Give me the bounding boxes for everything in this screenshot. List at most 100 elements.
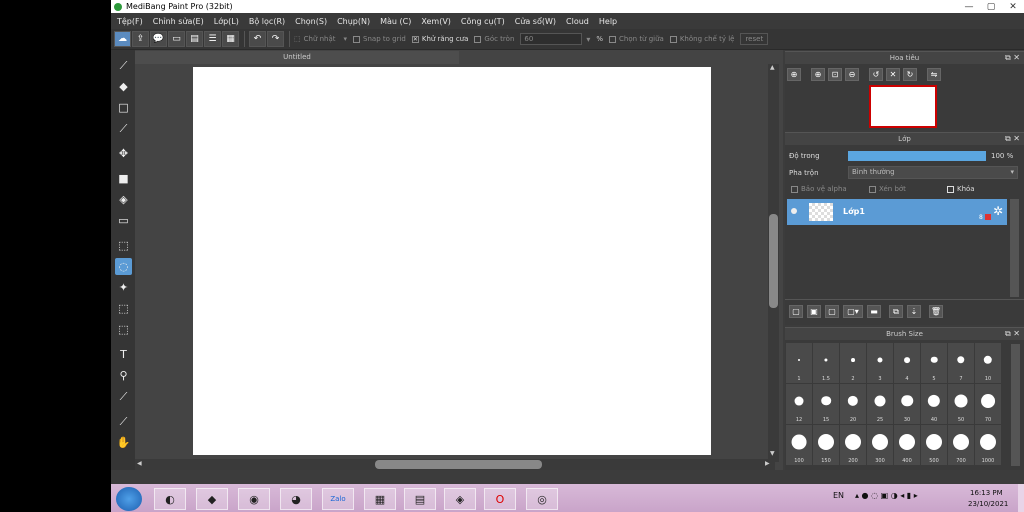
brush-size-20[interactable]: 20 [840, 384, 866, 424]
checkbox-icon[interactable] [947, 185, 954, 193]
brush-size-700[interactable]: 700 [948, 425, 974, 465]
delete-layer-icon[interactable]: 🗑 [929, 305, 943, 318]
menu-tools[interactable]: Công cụ(T) [461, 17, 505, 26]
fit-icon[interactable]: ⊡ [828, 68, 842, 81]
reset-view-icon[interactable]: ✕ [886, 68, 900, 81]
eraser-icon[interactable]: ◆ [115, 78, 132, 95]
panel-close-icon[interactable]: ⧉ ✕ [1005, 328, 1020, 340]
folder-icon[interactable]: ▬ [867, 305, 881, 318]
lasso-icon[interactable]: ◌ [115, 258, 132, 275]
flip-icon[interactable]: ⇋ [927, 68, 941, 81]
scroll-up-icon[interactable]: ▲ [770, 64, 775, 71]
new-layer-icon[interactable]: ▢ [789, 305, 803, 318]
new-halftone-layer-icon[interactable]: ▣ [807, 305, 821, 318]
close-button[interactable]: ✕ [1002, 2, 1024, 12]
export-icon[interactable]: ⇪ [132, 31, 149, 47]
hand-icon[interactable]: ✋ [115, 434, 132, 451]
comment-icon[interactable]: 💬 [150, 31, 167, 47]
brush-size-1000[interactable]: 1000 [975, 425, 1001, 465]
menu-color[interactable]: Màu (C) [380, 17, 411, 26]
dot-icon[interactable]: □ [115, 99, 132, 116]
drawing-canvas[interactable] [193, 67, 711, 455]
operation-icon[interactable]: ⚲ [115, 367, 132, 384]
zoom-out-icon[interactable]: ⊖ [845, 68, 859, 81]
reset-button[interactable]: reset [740, 33, 769, 45]
brush-size-15[interactable]: 15 [813, 384, 839, 424]
navigator-preview[interactable] [869, 85, 937, 128]
medibang-icon[interactable]: ◎ [526, 488, 558, 510]
page-icon[interactable]: ▤ [186, 31, 203, 47]
duplicate-layer-icon[interactable]: ⧉ [889, 305, 903, 318]
coccoc-icon[interactable]: ◕ [280, 488, 312, 510]
zoom-in-icon[interactable]: ⊕ [787, 68, 801, 81]
antialias-option[interactable]: ✕ Khử răng cưa [411, 35, 468, 43]
brush-scrollbar[interactable] [1011, 344, 1020, 466]
zoom-in-icon[interactable]: ⊕ [811, 68, 825, 81]
select-rect-icon[interactable]: ⬚ [115, 237, 132, 254]
zalo-icon[interactable]: Zalo [322, 488, 354, 510]
snap-to-grid-option[interactable]: Snap to grid [353, 35, 406, 43]
cloud-icon[interactable]: ☁ [114, 31, 131, 47]
checkbox-icon[interactable] [669, 35, 677, 43]
menu-window[interactable]: Cửa sổ(W) [515, 17, 556, 26]
checkbox-icon[interactable] [869, 185, 876, 193]
checkbox-checked-icon[interactable]: ✕ [411, 35, 419, 43]
brush-size-150[interactable]: 150 [813, 425, 839, 465]
brush-size-5[interactable]: 5 [921, 343, 947, 383]
ppt-icon[interactable]: ▦ [364, 488, 396, 510]
menu-edit[interactable]: Chỉnh sửa(E) [153, 17, 204, 26]
lock-option[interactable]: Khóa [947, 185, 975, 193]
opera-icon[interactable]: O [484, 488, 516, 510]
checkbox-icon[interactable] [353, 35, 361, 43]
brush-size-10[interactable]: 10 [975, 343, 1001, 383]
gradient-icon[interactable]: ▭ [115, 212, 132, 229]
brush-size-25[interactable]: 25 [867, 384, 893, 424]
round-value-field[interactable]: 60 [520, 33, 583, 45]
protect-alpha-option[interactable]: Bảo vệ alpha [791, 185, 847, 193]
menu-help[interactable]: Help [599, 17, 617, 26]
menu-cloud[interactable]: Cloud [566, 17, 589, 26]
edge-icon[interactable]: ◐ [154, 488, 186, 510]
tray-icons[interactable]: ▴ ● ◌ ▣ ◑ ◂ ▮ ▸ [855, 491, 918, 500]
rotate-left-icon[interactable]: ↺ [869, 68, 883, 81]
brush-size-3[interactable]: 3 [867, 343, 893, 383]
panel-close-icon[interactable]: ⧉ ✕ [1005, 133, 1020, 145]
minimize-button[interactable]: — [958, 2, 980, 12]
scroll-down-icon[interactable]: ▼ [770, 450, 775, 457]
opacity-slider[interactable] [848, 151, 986, 161]
menu-file[interactable]: Tệp(F) [117, 17, 143, 26]
brush-size-500[interactable]: 500 [921, 425, 947, 465]
grid-icon[interactable]: ▦ [222, 31, 239, 47]
vertical-scroll-thumb[interactable] [769, 214, 778, 308]
brush-size-50[interactable]: 50 [948, 384, 974, 424]
brush-size-2[interactable]: 2 [840, 343, 866, 383]
app-bird-icon[interactable]: ◆ [196, 488, 228, 510]
add-layer-menu-icon[interactable]: ▢▾ [843, 305, 863, 318]
brush-size-12[interactable]: 12 [786, 384, 812, 424]
redo-icon[interactable]: ↷ [267, 31, 284, 47]
brush-size-40[interactable]: 40 [921, 384, 947, 424]
menu-select[interactable]: Chọn(S) [295, 17, 327, 26]
checkbox-icon[interactable] [474, 35, 482, 43]
show-desktop-button[interactable] [1018, 484, 1024, 512]
horizontal-scroll-thumb[interactable] [375, 460, 542, 469]
panel-close-icon[interactable]: ⧉ ✕ [1005, 52, 1020, 64]
move-icon[interactable]: ✥ [115, 145, 132, 162]
gear-icon[interactable]: ✲ [993, 204, 1003, 218]
document-tab[interactable]: Untitled [135, 51, 459, 64]
brush-icon[interactable]: ⟋ [115, 57, 132, 74]
select-pen-icon[interactable]: ⬚ [115, 300, 132, 317]
brush-size-200[interactable]: 200 [840, 425, 866, 465]
magic-wand-icon[interactable]: ✦ [115, 279, 132, 296]
checkbox-icon[interactable] [791, 185, 798, 193]
brush-size-100[interactable]: 100 [786, 425, 812, 465]
layer-row[interactable]: Lớp1 8 ✲ [787, 199, 1007, 225]
spin-arrow-icon[interactable]: ▾ [586, 35, 590, 44]
select-center-option[interactable]: Chọn từ giữa [609, 35, 664, 43]
brush-size-300[interactable]: 300 [867, 425, 893, 465]
brush-size-30[interactable]: 30 [894, 384, 920, 424]
teamviewer-icon[interactable]: ◈ [444, 488, 476, 510]
layer-scrollbar[interactable] [1010, 199, 1019, 297]
calculator-icon[interactable]: ▤ [404, 488, 436, 510]
fixed-ratio-option[interactable]: Không chế tỷ lệ [669, 35, 734, 43]
